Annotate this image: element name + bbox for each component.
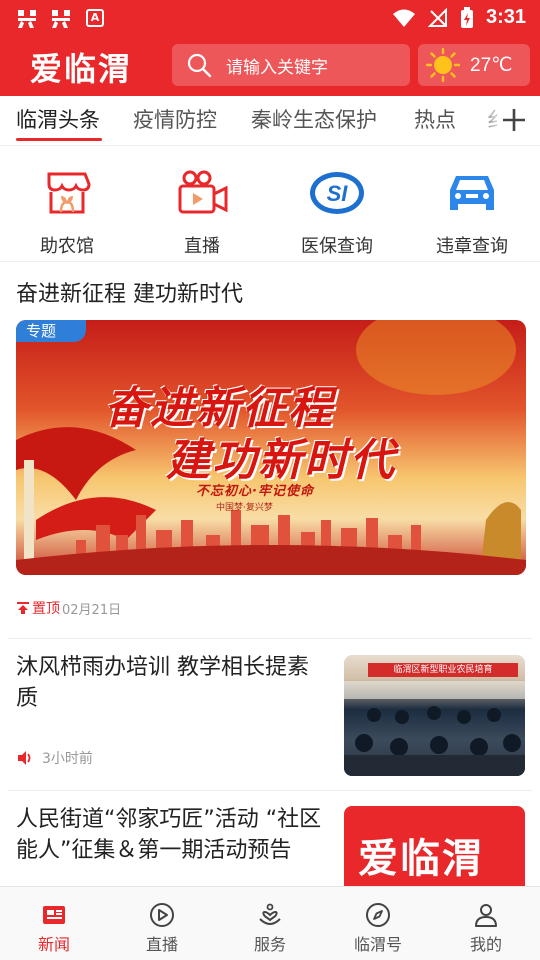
tab-qinling[interactable]: 秦岭生态保护	[251, 104, 377, 134]
svg-text:SI: SI	[327, 181, 349, 206]
app-logo: 爱临渭	[30, 50, 133, 88]
article-thumbnail[interactable]: 临渭区新型职业农民培育	[344, 655, 525, 776]
temperature: 27℃	[470, 54, 513, 76]
nav-profile[interactable]: 我的	[432, 901, 540, 955]
nav-linwei-account[interactable]: 临渭号	[324, 901, 432, 955]
banner-headline-2: 建功新时代	[166, 435, 396, 486]
search-icon	[187, 53, 212, 78]
shortcut-label: 直播	[184, 236, 220, 257]
shortcut-label: 医保查询	[301, 236, 373, 257]
bottom-navigation: 新闻 直播 服务 临渭号 我的	[0, 886, 540, 960]
publish-time: 3小时前	[42, 751, 93, 767]
feature-banner[interactable]: 专题 奋进新征程 建功新时代 不忘初心·牢记使命 中国梦·复兴梦	[16, 320, 526, 575]
weather-widget[interactable]: 27℃	[418, 44, 530, 86]
active-tab-indicator	[16, 138, 102, 141]
section-title[interactable]: 奋进新征程 建功新时代	[16, 276, 243, 308]
nav-service[interactable]: 服务	[216, 901, 324, 955]
pinned-label: 置顶	[32, 601, 60, 617]
status-bar: A 3:31	[0, 0, 540, 36]
pin-top-icon	[17, 602, 29, 614]
play-icon	[150, 903, 174, 927]
add-channel-icon[interactable]	[500, 106, 528, 134]
channel-tabs: 临渭头条 疫情防控 秦岭生态保护 热点 纟	[0, 96, 540, 146]
sun-icon	[426, 48, 460, 82]
compass-icon	[366, 903, 390, 927]
divider	[8, 638, 532, 639]
shortcut-traffic-violation[interactable]: 违章查询	[405, 168, 539, 258]
classroom-photo	[344, 681, 525, 776]
nav-label: 直播	[145, 935, 178, 954]
wifi-icon	[392, 9, 415, 27]
no-signal-icon	[427, 7, 447, 27]
battery-icon	[460, 6, 473, 28]
article-meta: 3小时前	[16, 748, 93, 768]
thumbnail-logo-text: 爱临渭	[358, 835, 484, 882]
service-icon	[259, 903, 281, 925]
pinned-meta: 置顶 02月21日	[16, 598, 121, 618]
shortcut-live[interactable]: 直播	[135, 168, 269, 258]
news-icon	[43, 906, 65, 924]
video-camera-icon	[178, 170, 228, 214]
tab-epidemic[interactable]: 疫情防控	[133, 104, 217, 134]
nav-label: 服务	[253, 935, 286, 954]
article-title[interactable]: 沐风栉雨办培训 教学相长提素质	[16, 652, 328, 714]
publish-date: 02月21日	[62, 602, 122, 618]
user-icon	[475, 904, 497, 927]
shop-icon	[47, 172, 91, 214]
nav-label: 临渭号	[353, 935, 402, 954]
app-badge-icon: A	[86, 9, 104, 27]
medical-insurance-icon: SI	[310, 172, 364, 214]
banner-subslogan: 中国梦·复兴梦	[216, 503, 273, 513]
speaker-icon[interactable]	[16, 749, 34, 767]
shortcut-label: 违章查询	[436, 236, 508, 257]
shortcut-medical-insurance[interactable]: SI 医保查询	[270, 168, 404, 258]
nav-news[interactable]: 新闻	[0, 901, 108, 955]
nav-live[interactable]: 直播	[108, 901, 216, 955]
tab-headlines[interactable]: 临渭头条	[16, 104, 100, 134]
topic-tag: 专题	[16, 320, 86, 342]
status-notifications: A	[14, 6, 104, 30]
nav-label: 新闻	[37, 935, 70, 954]
notification-app-icon	[18, 10, 36, 28]
status-system: 3:31	[392, 6, 526, 29]
search-placeholder: 请输入关键字	[226, 57, 328, 78]
notification-app-icon-2	[52, 10, 70, 28]
car-icon	[450, 176, 494, 210]
tab-hot[interactable]: 热点	[414, 104, 456, 134]
shortcut-farm-shop[interactable]: 助农馆	[0, 168, 134, 258]
app-header: A 3:31 爱临渭 请输入关键字 27℃	[0, 0, 540, 96]
banner-slogan: 不忘初心·牢记使命	[196, 484, 314, 499]
article-thumbnail[interactable]: 爱临渭	[344, 806, 525, 886]
nav-label: 我的	[469, 935, 502, 954]
search-box[interactable]: 请输入关键字	[172, 44, 410, 86]
clock: 3:31	[485, 6, 526, 28]
divider	[8, 790, 532, 791]
article-title[interactable]: 人民街道“邻家巧匠”活动 “社区能人”征集＆第一期活动预告	[16, 804, 328, 866]
shortcut-grid: 助农馆 直播 SI 医保查询 违章查询	[0, 148, 540, 262]
shortcut-label: 助农馆	[40, 236, 94, 257]
